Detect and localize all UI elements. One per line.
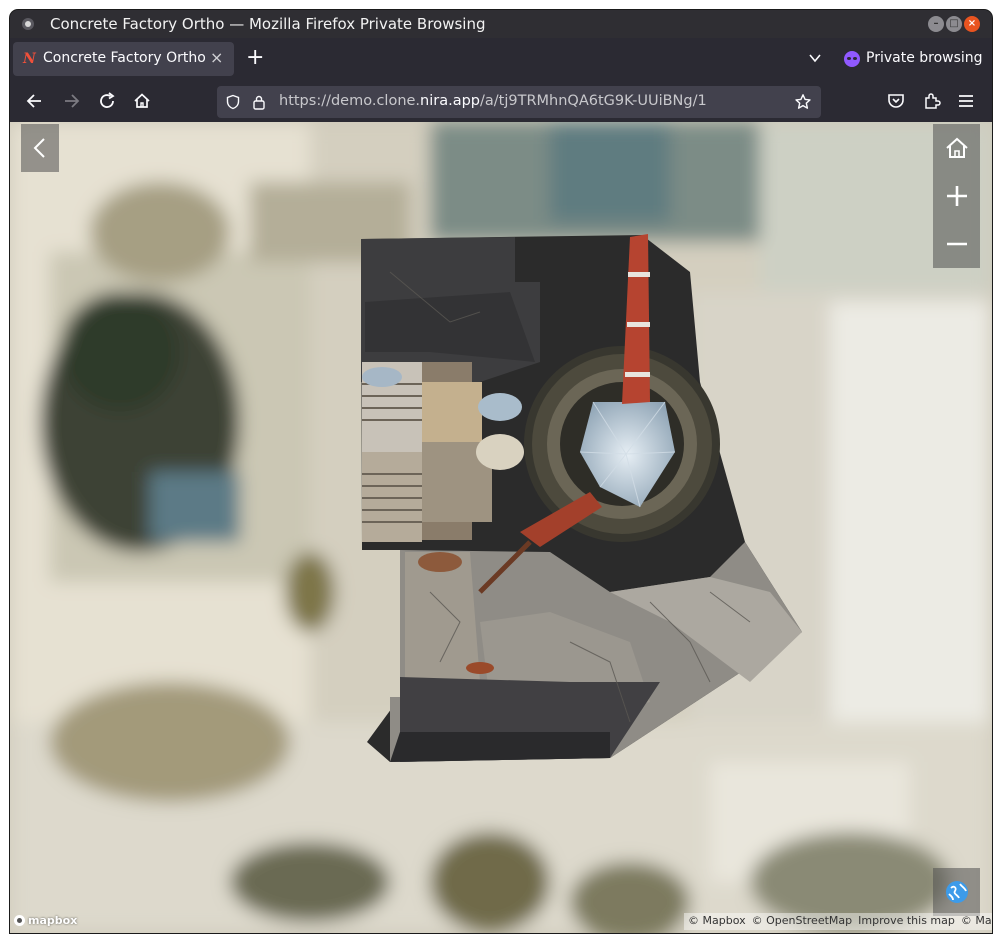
plus-icon <box>946 186 967 206</box>
minimize-button[interactable]: – <box>928 16 944 32</box>
private-browsing-mask-icon <box>844 51 860 67</box>
tab-close-icon[interactable]: × <box>210 48 223 67</box>
list-all-tabs-chevron-icon[interactable] <box>808 50 822 69</box>
basemap-toggle-button[interactable] <box>933 868 980 916</box>
tracking-protection-shield-icon[interactable] <box>225 94 241 114</box>
attribution-osm-link[interactable]: © OpenStreetMap <box>752 914 853 929</box>
globe-icon <box>945 881 968 903</box>
url-prefix: https://demo.clone. <box>279 93 421 109</box>
tab-title: Concrete Factory Ortho <box>43 50 206 66</box>
home-icon[interactable] <box>131 90 153 112</box>
browser-window: Concrete Factory Ortho — Mozilla Firefox… <box>10 10 992 933</box>
title-bar: Concrete Factory Ortho — Mozilla Firefox… <box>10 10 992 38</box>
private-browsing-label: Private browsing <box>866 50 983 66</box>
navigation-bar: https://demo.clone.nira.app/a/tj9TRMhnQA… <box>10 81 992 122</box>
pocket-icon[interactable] <box>885 90 907 112</box>
close-window-button[interactable]: × <box>964 16 980 32</box>
satellite-map-canvas[interactable] <box>10 122 992 933</box>
attribution-mapbox-link[interactable]: © Mapbox <box>688 914 746 929</box>
minus-icon <box>946 242 967 246</box>
mapbox-logo[interactable]: mapbox <box>14 914 77 927</box>
url-domain: nira.app <box>420 93 481 109</box>
tab-active[interactable]: N Concrete Factory Ortho × <box>13 42 234 76</box>
hamburger-menu-icon[interactable] <box>955 90 977 112</box>
home-icon <box>945 137 968 158</box>
window-menu-icon[interactable] <box>22 18 34 30</box>
map-home-button[interactable] <box>933 124 980 172</box>
back-arrow-icon[interactable] <box>24 90 46 112</box>
nira-favicon-icon: N <box>23 51 36 67</box>
attribution-maxar-link[interactable]: © Maxar <box>961 914 992 929</box>
reload-icon[interactable] <box>96 90 118 112</box>
lock-icon[interactable] <box>251 94 267 114</box>
window-title: Concrete Factory Ortho — Mozilla Firefox… <box>50 15 486 33</box>
forward-arrow-icon[interactable] <box>60 90 82 112</box>
zoom-in-button[interactable] <box>933 172 980 220</box>
bookmark-star-icon[interactable] <box>794 93 812 115</box>
improve-map-link[interactable]: Improve this map <box>858 914 955 929</box>
maximize-button[interactable]: □ <box>946 16 962 32</box>
extensions-puzzle-icon[interactable] <box>921 90 943 112</box>
back-chevron-icon <box>33 138 45 158</box>
map-navigation-controls <box>933 124 980 268</box>
url-text[interactable]: https://demo.clone.nira.app/a/tj9TRMhnQA… <box>279 93 707 109</box>
mapbox-logo-text: mapbox <box>28 914 78 927</box>
tab-bar: N Concrete Factory Ortho × + Private bro… <box>10 38 992 81</box>
map-back-button[interactable] <box>21 124 59 172</box>
mapbox-logo-icon <box>14 915 25 926</box>
url-path: /a/tj9TRMhnQA6tG9K-UUiBNg/1 <box>480 93 707 109</box>
map-attribution: © Mapbox © OpenStreetMap Improve this ma… <box>684 913 992 930</box>
url-bar[interactable]: https://demo.clone.nira.app/a/tj9TRMhnQA… <box>217 86 821 118</box>
zoom-out-button[interactable] <box>933 220 980 268</box>
map-viewport[interactable]: mapbox © Mapbox © OpenStreetMap Improve … <box>10 122 992 933</box>
new-tab-button[interactable]: + <box>246 46 264 70</box>
